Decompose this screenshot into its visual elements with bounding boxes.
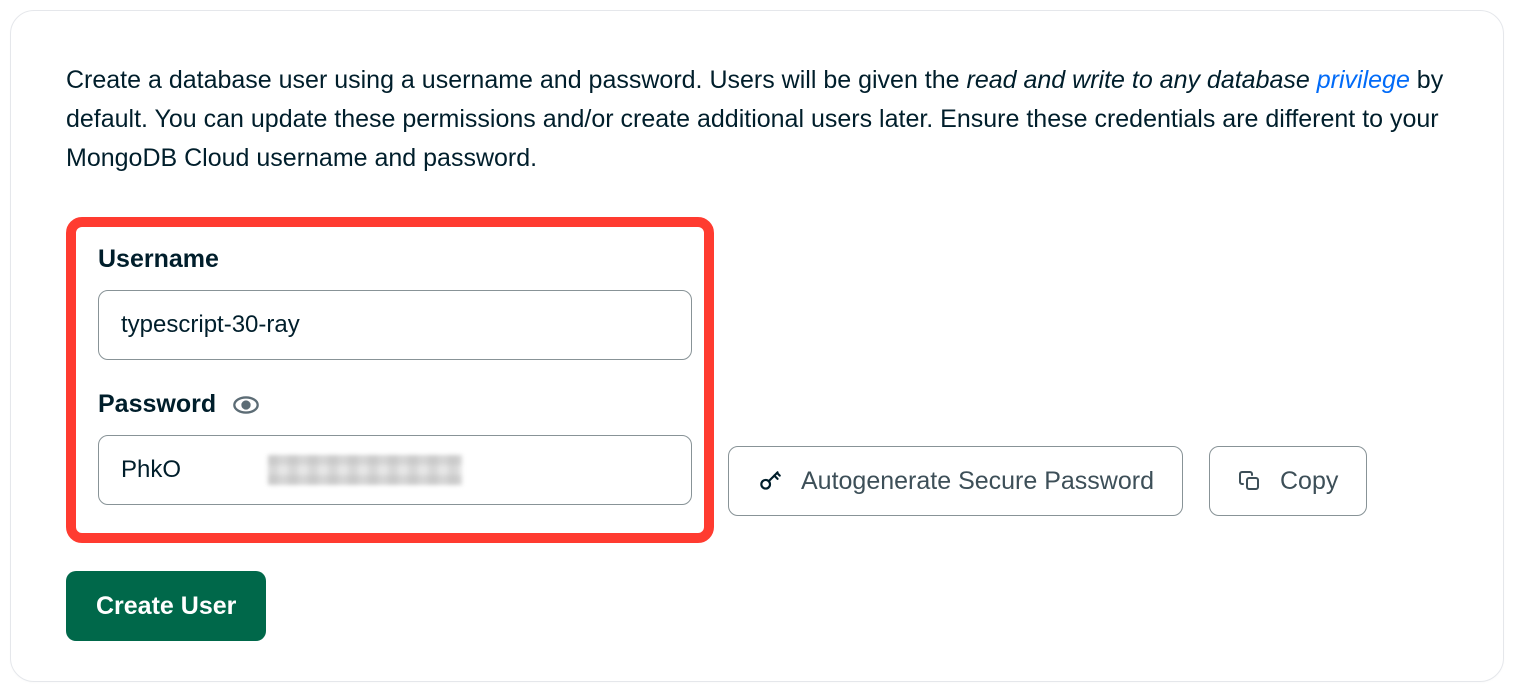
create-user-card: Create a database user using a username …	[10, 10, 1504, 682]
description-italic: read and write to any database	[967, 66, 1317, 94]
credentials-highlight-box: Username Password	[66, 217, 714, 543]
toggle-password-visibility-icon[interactable]	[232, 391, 260, 419]
description-text: Create a database user using a username …	[66, 61, 1448, 177]
copy-button-label: Copy	[1280, 467, 1338, 496]
password-label: Password	[98, 390, 216, 419]
key-icon	[757, 468, 783, 494]
password-actions-row: Autogenerate Secure Password Copy	[728, 446, 1367, 516]
username-input[interactable]	[98, 290, 692, 360]
username-label: Username	[98, 245, 682, 274]
password-input[interactable]	[98, 435, 692, 505]
autogenerate-button-label: Autogenerate Secure Password	[801, 467, 1154, 496]
password-field-block: Password	[98, 390, 682, 505]
password-input-wrapper	[98, 435, 692, 505]
password-label-row: Password	[98, 390, 682, 419]
copy-button[interactable]: Copy	[1209, 446, 1367, 516]
username-field-block: Username	[98, 245, 682, 360]
description-prefix: Create a database user using a username …	[66, 66, 967, 94]
create-user-button-label: Create User	[96, 592, 236, 621]
privilege-link[interactable]: privilege	[1317, 66, 1410, 94]
autogenerate-password-button[interactable]: Autogenerate Secure Password	[728, 446, 1183, 516]
copy-icon	[1238, 469, 1262, 493]
create-user-button[interactable]: Create User	[66, 571, 266, 641]
